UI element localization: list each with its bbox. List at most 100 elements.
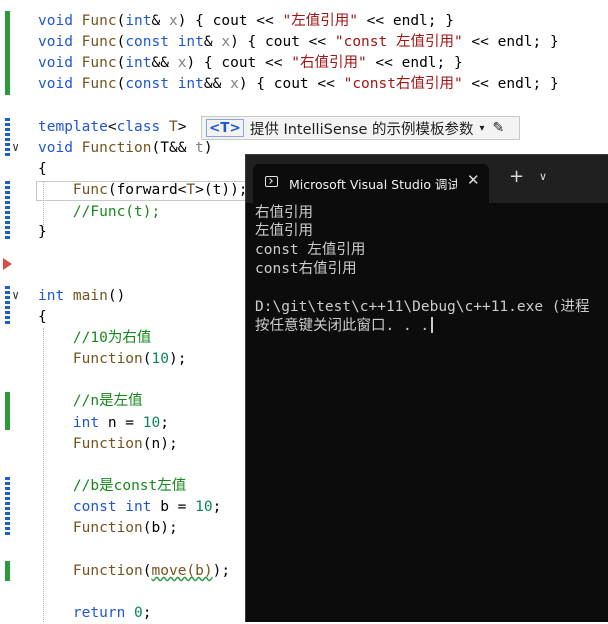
text-cursor <box>431 317 434 333</box>
code-line[interactable]: const int b = 10; <box>38 497 221 518</box>
code-token: x <box>230 76 239 92</box>
code-token: ( <box>116 55 126 71</box>
change-bar <box>5 181 10 239</box>
terminal-tab[interactable]: Microsoft Visual Studio 调试控 ✕ <box>253 164 489 203</box>
code-token: ) <box>203 140 213 156</box>
code-line[interactable]: return 0; <box>38 603 152 624</box>
code-token: b = <box>160 499 196 515</box>
code-token: //10为右值 <box>38 330 152 346</box>
code-token: Func <box>81 34 117 50</box>
code-token: Func <box>81 55 117 71</box>
code-token: int <box>125 13 152 29</box>
code-token: << endl; } <box>366 55 463 71</box>
code-token: (forward< <box>107 182 187 198</box>
code-token: ( <box>116 13 126 29</box>
code-token: 10 <box>142 415 161 431</box>
template-argument-hint-bar[interactable]: <T> 提供 IntelliSense 的示例模板参数 ▾ ✎ <box>201 116 520 140</box>
code-token: Function <box>38 436 143 452</box>
code-line[interactable]: } <box>38 222 47 243</box>
template-hint-text: 提供 IntelliSense 的示例模板参数 <box>249 121 474 138</box>
code-token: T <box>168 119 178 135</box>
debug-console-window[interactable]: Microsoft Visual Studio 调试控 ✕ + ∨ 右值引用 左… <box>245 154 608 622</box>
code-token: //Func(t); <box>38 204 161 220</box>
code-token: "右值引用" <box>291 55 367 71</box>
code-token: ( <box>142 563 152 579</box>
code-token: && <box>151 55 178 71</box>
console-output-line: 左值引用 <box>255 223 313 239</box>
console-output-line: const右值引用 <box>255 261 357 277</box>
code-line[interactable]: //b是const左值 <box>38 476 186 497</box>
code-line[interactable]: template<class T> <box>38 117 186 138</box>
code-token: //b是const左值 <box>38 478 187 494</box>
code-line[interactable]: { <box>38 159 47 180</box>
breakpoint-marker[interactable] <box>3 258 12 270</box>
code-token: Func <box>81 13 117 29</box>
change-bar <box>5 561 10 581</box>
change-bar <box>5 286 10 324</box>
console-output-line: D:\git\test\c++11\Debug\c++11.exe (进程 <box>255 299 590 315</box>
code-token: x <box>168 13 178 29</box>
fold-toggle-main[interactable]: ∨ <box>12 288 19 302</box>
code-line[interactable]: //10为右值 <box>38 328 151 349</box>
code-token: ); <box>212 563 231 579</box>
code-token: & <box>203 34 222 50</box>
code-line[interactable]: { <box>38 307 47 328</box>
code-line[interactable]: int n = 10; <box>38 413 169 434</box>
code-token: < <box>107 119 117 135</box>
code-line[interactable]: Function(b); <box>38 518 178 539</box>
code-token: Function <box>38 520 143 536</box>
code-line[interactable]: void Func(int& x) { cout << "左值引用" << en… <box>38 11 454 32</box>
code-line[interactable]: Function(n); <box>38 434 178 455</box>
code-token: << endl; } <box>462 76 559 92</box>
code-token: ; <box>142 605 152 621</box>
code-token: ) { cout << <box>177 13 283 29</box>
code-token: > <box>177 119 187 135</box>
code-token: "左值引用" <box>282 13 358 29</box>
close-icon[interactable]: ✕ <box>467 171 480 189</box>
chevron-down-icon[interactable]: ▾ <box>480 123 485 134</box>
code-token: const int <box>125 34 204 50</box>
code-line[interactable]: void Func(const int& x) { cout << "const… <box>38 32 559 53</box>
code-line[interactable]: void Function(T&& t) <box>38 138 213 159</box>
tab-title: Microsoft Visual Studio 调试控 <box>289 177 457 192</box>
code-token: ( <box>116 34 126 50</box>
change-bar <box>5 392 10 430</box>
code-token: (b); <box>142 520 178 536</box>
code-token: ( <box>116 76 126 92</box>
code-line[interactable]: int main() <box>38 286 125 307</box>
code-token: const int <box>125 76 204 92</box>
console-prompt-text: 按任意键关闭此窗口. . . <box>255 318 430 334</box>
code-line[interactable]: void Func(const int&& x) { cout << "cons… <box>38 74 559 95</box>
code-token: ) { cout << <box>186 55 292 71</box>
pencil-icon[interactable]: ✎ <box>493 120 505 136</box>
code-token: return <box>38 605 135 621</box>
code-token: int <box>125 55 152 71</box>
code-token: ) { cout << <box>238 76 344 92</box>
chevron-down-icon[interactable]: ∨ <box>539 170 547 183</box>
code-token: () <box>107 288 126 304</box>
code-line[interactable]: //Func(t); <box>38 202 160 223</box>
code-token: 10 <box>151 351 169 367</box>
code-token: ) { cout << <box>230 34 335 50</box>
console-output-line: 按任意键关闭此窗口. . . <box>255 317 434 336</box>
code-token: 0 <box>134 605 143 621</box>
code-token: >(t)); <box>195 182 248 198</box>
code-line[interactable]: Func(forward<T>(t)); <box>38 180 248 201</box>
code-line[interactable]: Function(10); <box>38 349 187 370</box>
code-token: T <box>186 182 196 198</box>
code-line[interactable]: void Func(int&& x) { cout << "右值引用" << e… <box>38 53 463 74</box>
code-line[interactable]: //n是左值 <box>38 391 143 412</box>
code-line[interactable]: Function(move(b)); <box>38 561 230 582</box>
code-token: << endl; } <box>462 34 559 50</box>
code-token: ( <box>142 351 152 367</box>
fold-toggle-function[interactable]: ∨ <box>12 140 19 154</box>
code-token: (T&& <box>151 140 196 156</box>
new-tab-button[interactable]: + <box>509 166 524 187</box>
code-token: class <box>116 119 169 135</box>
code-token: int <box>38 288 73 304</box>
code-token: Func <box>81 76 117 92</box>
code-token: Function <box>38 351 143 367</box>
code-token: const int <box>38 499 161 515</box>
template-badge: <T> <box>206 119 244 137</box>
code-token: ); <box>168 351 187 367</box>
